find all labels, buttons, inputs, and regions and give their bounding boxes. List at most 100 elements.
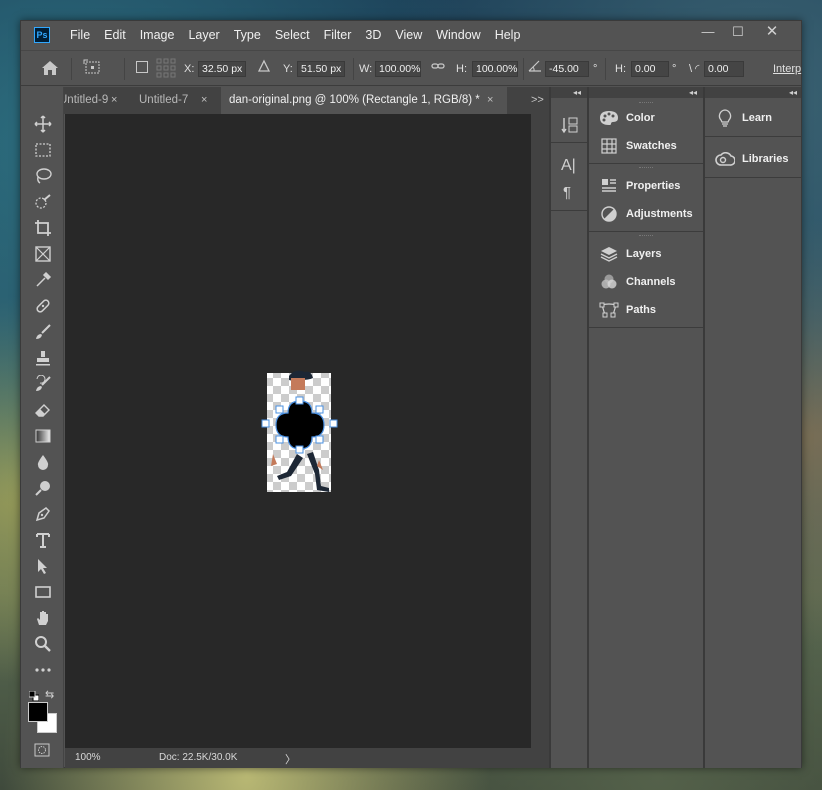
panel-adjustments[interactable]: Adjustments <box>589 200 693 228</box>
swap-colors-icon[interactable]: ⇆ <box>45 688 54 701</box>
link-icon[interactable] <box>431 59 445 77</box>
default-colors-icon[interactable] <box>28 690 40 702</box>
panel-learn[interactable]: Learn <box>705 104 772 132</box>
adjustments-icon <box>598 205 620 223</box>
menu-layer[interactable]: Layer <box>181 21 226 50</box>
x-label: X: <box>184 63 195 75</box>
document-tab-strip: ▸▸ Untitled-9 × Untitled-7 × dan-origina… <box>21 87 549 114</box>
tab-overflow-button[interactable]: >> <box>531 94 544 106</box>
pen-tool-icon[interactable] <box>29 503 57 525</box>
character-icon[interactable]: A| <box>561 157 576 175</box>
status-menu-arrow[interactable]: 〉 <box>285 751 296 767</box>
minimize-button[interactable]: — <box>693 23 723 41</box>
panel-properties[interactable]: Properties <box>589 172 680 200</box>
width-field[interactable]: 100.00% <box>375 61 421 77</box>
h-skew-field[interactable]: 0.00 <box>631 61 669 77</box>
history-brush-tool-icon[interactable] <box>29 373 57 395</box>
vertical-scrollbar[interactable] <box>531 114 549 748</box>
doc-size[interactable]: Doc: 22.5K/30.0K <box>159 752 237 763</box>
tab-close-icon[interactable]: × <box>111 87 117 114</box>
rectangle-tool-icon[interactable] <box>29 581 57 603</box>
panel-color[interactable]: Color <box>589 104 655 132</box>
frame-tool-icon[interactable] <box>29 243 57 265</box>
menu-filter[interactable]: Filter <box>317 21 359 50</box>
close-window-button[interactable]: ✕ <box>757 23 787 41</box>
panel-label-libraries: Libraries <box>742 153 789 165</box>
eyedropper-tool-icon[interactable] <box>29 269 57 291</box>
crop-tool-icon[interactable] <box>29 217 57 239</box>
gradient-tool-icon[interactable] <box>29 425 57 447</box>
menu-edit[interactable]: Edit <box>97 21 133 50</box>
angle-icon <box>527 59 543 77</box>
swatches-grid-icon <box>598 137 620 155</box>
reference-grid-icon <box>156 58 176 78</box>
x-field[interactable]: 32.50 px <box>198 61 246 77</box>
quick-mask-icon[interactable] <box>34 743 50 757</box>
channels-icon <box>598 273 620 291</box>
clone-stamp-tool-icon[interactable] <box>29 347 57 369</box>
panel-label-layers: Layers <box>626 248 662 260</box>
healing-brush-tool-icon[interactable] <box>29 295 57 317</box>
v-skew-field[interactable]: 0.00 <box>704 61 744 77</box>
tab-untitled-7[interactable]: Untitled-7 × <box>133 87 217 114</box>
menu-image[interactable]: Image <box>133 21 182 50</box>
lasso-tool-icon[interactable] <box>29 165 57 187</box>
eraser-tool-icon[interactable] <box>29 399 57 421</box>
history-icon[interactable] <box>561 115 579 138</box>
menu-type[interactable]: Type <box>227 21 268 50</box>
collapse-panels-icon[interactable]: ◂◂ <box>573 87 581 98</box>
creative-cloud-libraries-icon <box>714 150 736 168</box>
panel-channels[interactable]: Channels <box>589 268 676 296</box>
paragraph-icon[interactable]: ¶ <box>563 184 571 201</box>
blur-tool-icon[interactable] <box>29 451 57 473</box>
panel-layers[interactable]: Layers <box>589 240 661 268</box>
reference-point-icon[interactable] <box>83 59 103 77</box>
menu-bar: Ps File Edit Image Layer Type Select Fil… <box>21 21 801 50</box>
panel-label-properties: Properties <box>626 180 681 192</box>
zoom-tool-icon[interactable] <box>29 633 57 655</box>
zoom-level[interactable]: 100% <box>75 752 101 763</box>
dodge-tool-icon[interactable] <box>29 477 57 499</box>
panel-libraries[interactable]: Libraries <box>705 145 788 173</box>
tab-dan-original[interactable]: dan-original.png @ 100% (Rectangle 1, RG… <box>221 87 507 114</box>
marquee-tool-icon[interactable] <box>29 139 57 161</box>
move-tool-icon[interactable] <box>29 113 57 135</box>
more-tools-icon[interactable] <box>29 659 57 681</box>
tab-close-icon[interactable]: × <box>201 87 207 114</box>
hand-tool-icon[interactable] <box>29 607 57 629</box>
panel-swatches[interactable]: Swatches <box>589 132 677 160</box>
path-selection-tool-icon[interactable] <box>29 555 57 577</box>
quick-selection-tool-icon[interactable] <box>29 191 57 213</box>
paths-icon <box>598 301 620 319</box>
v-skew-icon: \ ◜ <box>689 63 700 75</box>
menu-select[interactable]: Select <box>268 21 317 50</box>
collapse-panels-icon[interactable]: ◂◂ <box>689 87 697 98</box>
y-field[interactable]: 51.50 px <box>297 61 345 77</box>
photoshop-logo: Ps <box>34 27 50 43</box>
photoshop-window: Ps File Edit Image Layer Type Select Fil… <box>20 20 802 768</box>
menu-view[interactable]: View <box>388 21 429 50</box>
brush-tool-icon[interactable] <box>29 321 57 343</box>
reference-point-checkbox[interactable] <box>136 61 148 73</box>
relative-position-icon[interactable] <box>257 59 271 77</box>
collapse-panels-icon[interactable]: ◂◂ <box>789 87 797 98</box>
restore-button[interactable]: ☐ <box>723 23 753 41</box>
home-icon[interactable] <box>40 59 60 77</box>
tab-close-icon[interactable]: × <box>487 87 493 114</box>
angle-field[interactable]: -45.00 <box>545 61 589 77</box>
type-tool-icon[interactable] <box>29 529 57 551</box>
document-canvas[interactable] <box>65 114 531 748</box>
interpolation-label[interactable]: Interp <box>773 60 801 78</box>
document-canvas-area[interactable] <box>65 114 531 748</box>
tab-untitled-9[interactable]: Untitled-9 × <box>59 87 131 114</box>
palette-icon <box>598 109 620 127</box>
menu-file[interactable]: File <box>63 21 97 50</box>
menu-window[interactable]: Window <box>429 21 487 50</box>
menu-help[interactable]: Help <box>488 21 528 50</box>
menu-3d[interactable]: 3D <box>358 21 388 50</box>
tools-panel: ⇆ <box>21 87 64 768</box>
foreground-color-swatch[interactable] <box>28 702 48 722</box>
h-skew-unit: ° <box>672 63 677 75</box>
panel-paths[interactable]: Paths <box>589 296 656 324</box>
height-field[interactable]: 100.00% <box>472 61 518 77</box>
